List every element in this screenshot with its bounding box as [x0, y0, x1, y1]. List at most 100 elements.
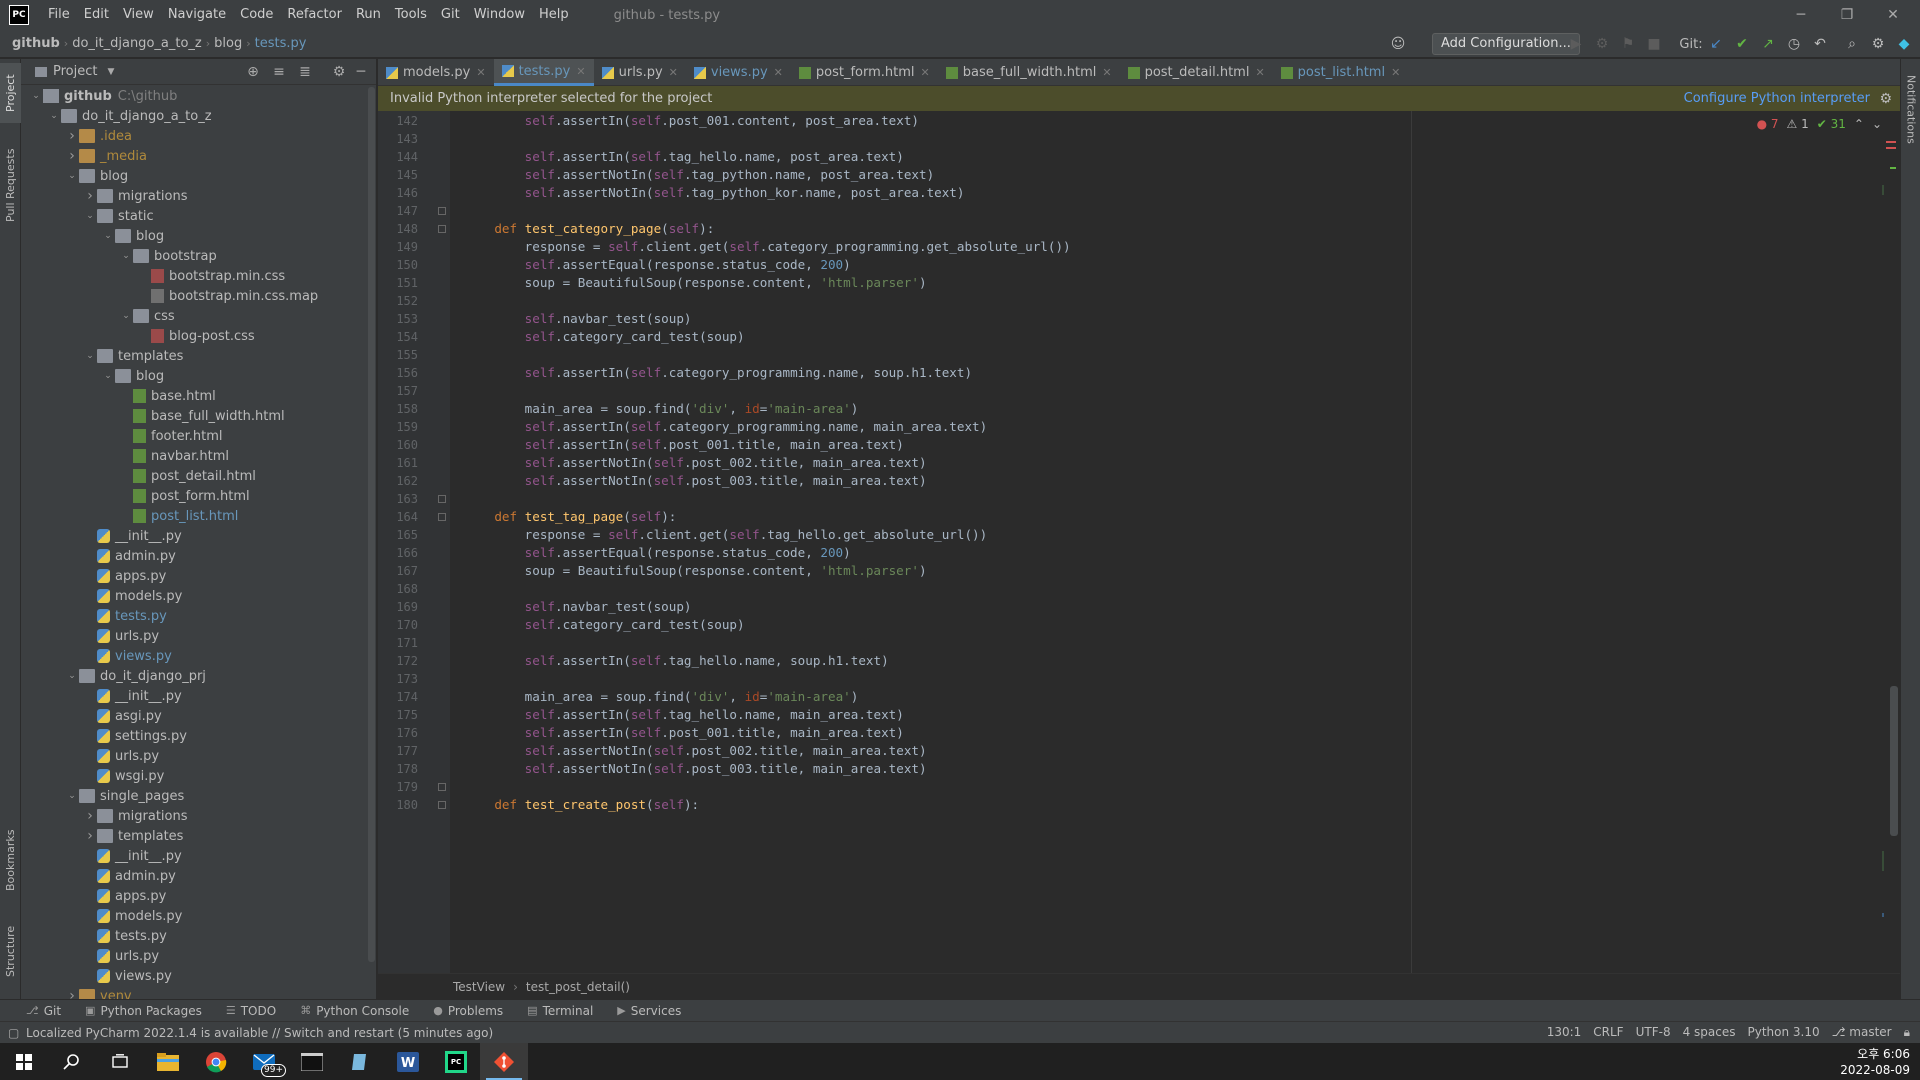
editor-tab[interactable]: post_detail.html ✕ — [1120, 59, 1273, 86]
notifications-tool-tab[interactable]: Notifications — [1901, 63, 1920, 155]
vcs-change-marker[interactable] — [1882, 913, 1884, 917]
user-icon[interactable]: ☺ — [1388, 34, 1408, 54]
chevron-down-icon[interactable]: ⌄ — [83, 351, 97, 361]
close-tab-icon[interactable]: ✕ — [576, 65, 585, 78]
tree-node[interactable]: models.py — [83, 906, 182, 926]
close-tab-icon[interactable]: ✕ — [774, 66, 783, 79]
tree-node[interactable]: urls.py — [83, 626, 159, 646]
code-line[interactable]: self.assertNotIn(self.post_002.title, ma… — [464, 454, 927, 472]
tree-node[interactable]: asgi.py — [83, 706, 162, 726]
tree-node[interactable]: tests.py — [83, 926, 167, 946]
hide-panel-icon[interactable]: ─ — [351, 62, 371, 82]
code-line[interactable]: self.assertIn(self.tag_hello.name, soup.… — [464, 652, 889, 670]
tree-node[interactable]: tests.py — [83, 606, 167, 626]
code-line[interactable]: self.assertNotIn(self.post_003.title, ma… — [464, 472, 927, 490]
pull-requests-tool-tab[interactable]: Pull Requests — [0, 137, 21, 233]
expand-all-icon[interactable]: ≡ — [269, 62, 289, 82]
tool-tab-terminal[interactable]: ▤ Terminal — [527, 1004, 593, 1018]
tree-node[interactable]: › migrations — [83, 806, 187, 826]
tool-tab-git[interactable]: ⎇ Git — [26, 1004, 61, 1018]
search-icon[interactable]: ⌕ — [1842, 34, 1862, 54]
tree-node[interactable]: base_full_width.html — [119, 406, 285, 426]
project-panel-title[interactable]: Project — [53, 64, 97, 79]
code-line[interactable]: self.assertNotIn(self.post_003.title, ma… — [464, 760, 927, 778]
tree-node[interactable]: ⌄ blog — [101, 226, 164, 246]
git-commit-icon[interactable]: ✔ — [1732, 34, 1752, 54]
project-tree-scrollbar[interactable] — [368, 87, 375, 962]
inspection-widget[interactable]: ● 7 ⚠ 1 ✔ 31 ⌃ ⌄ — [1757, 117, 1882, 131]
tree-node[interactable]: wsgi.py — [83, 766, 164, 786]
menu-window[interactable]: Window — [467, 0, 532, 30]
configure-interpreter-link[interactable]: Configure Python interpreter — [1684, 91, 1870, 106]
chrome-icon[interactable] — [192, 1043, 240, 1080]
close-tab-icon[interactable]: ✕ — [669, 66, 678, 79]
tree-node[interactable]: ⌄ github C:\github — [29, 86, 177, 106]
close-tab-icon[interactable]: ✕ — [1255, 66, 1264, 79]
tree-node[interactable]: __init__.py — [83, 526, 182, 546]
tree-node[interactable]: apps.py — [83, 566, 166, 586]
code-line[interactable]: def test_tag_page(self): — [464, 508, 676, 526]
tree-node[interactable]: settings.py — [83, 726, 187, 746]
close-tab-icon[interactable]: ✕ — [921, 66, 930, 79]
code-line[interactable]: self.assertIn(self.post_001.title, main_… — [464, 436, 904, 454]
tree-node[interactable]: › venv — [65, 986, 132, 999]
tree-node[interactable]: ⌄ blog — [65, 166, 128, 186]
chevron-down-icon[interactable]: ⌄ — [29, 91, 43, 101]
tree-node[interactable]: ⌄ blog — [101, 366, 164, 386]
code-line[interactable]: response = self.client.get(self.tag_hell… — [464, 526, 988, 544]
python-interpreter[interactable]: Python 3.10 — [1747, 1025, 1819, 1040]
change-marker[interactable] — [1890, 167, 1896, 169]
chevron-down-icon[interactable]: ⌄ — [47, 111, 61, 121]
code-line[interactable]: self.assertIn(self.category_programming.… — [464, 364, 972, 382]
code-line[interactable]: self.assertNotIn(self.tag_python_kor.nam… — [464, 184, 965, 202]
mail-icon[interactable]: 99+ — [240, 1043, 288, 1080]
tree-node[interactable]: views.py — [83, 966, 172, 986]
stop-icon[interactable]: ■ — [1644, 34, 1664, 54]
tree-node[interactable]: post_form.html — [119, 486, 250, 506]
breadcrumb-class[interactable]: TestView — [453, 980, 505, 994]
error-marker[interactable] — [1886, 147, 1896, 149]
project-tool-tab[interactable]: Project — [0, 63, 21, 123]
close-tab-icon[interactable]: ✕ — [1391, 66, 1400, 79]
fold-marker-icon[interactable] — [438, 783, 446, 791]
run-icon[interactable]: ▶ — [1566, 34, 1586, 54]
jetbrains-icon[interactable]: ◆ — [1894, 34, 1914, 54]
tree-node[interactable]: bootstrap.min.css — [137, 266, 285, 286]
status-toggle-icon[interactable]: ▢ — [8, 1026, 19, 1040]
editor-tab[interactable]: post_list.html ✕ — [1273, 59, 1409, 86]
code-line[interactable]: self.assertEqual(response.status_code, 2… — [464, 256, 851, 274]
tree-node[interactable]: ⌄ single_pages — [65, 786, 184, 806]
panel-options-gear-icon[interactable]: ⚙ — [329, 62, 349, 82]
code-line[interactable]: self.assertIn(self.tag_hello.name, main_… — [464, 706, 904, 724]
git-push-icon[interactable]: ↗ — [1758, 34, 1778, 54]
tree-node[interactable]: navbar.html — [119, 446, 229, 466]
ok-count[interactable]: ✔ 31 — [1817, 117, 1846, 131]
fold-marker-icon[interactable] — [438, 801, 446, 809]
history-icon[interactable]: ◷ — [1784, 34, 1804, 54]
breadcrumb-module[interactable]: do_it_django_a_to_z — [68, 36, 206, 51]
menu-run[interactable]: Run — [349, 0, 388, 30]
menu-edit[interactable]: Edit — [77, 0, 116, 30]
previous-highlight-icon[interactable]: ⌃ — [1854, 117, 1864, 131]
chevron-down-icon[interactable]: ⌄ — [65, 671, 79, 681]
settings-gear-icon[interactable]: ⚙ — [1868, 34, 1888, 54]
tool-tab-python-packages[interactable]: ▣ Python Packages — [85, 1004, 202, 1018]
warning-count[interactable]: ⚠ 1 — [1787, 117, 1809, 131]
error-marker[interactable] — [1886, 141, 1896, 143]
breadcrumb-method[interactable]: test_post_detail() — [526, 980, 630, 994]
restore-button[interactable]: ❐ — [1824, 0, 1870, 30]
chevron-right-icon[interactable]: › — [65, 128, 79, 144]
tool-tab-todo[interactable]: ☰ TODO — [226, 1004, 276, 1018]
add-configuration-button[interactable]: Add Configuration... — [1432, 33, 1580, 55]
menu-code[interactable]: Code — [233, 0, 280, 30]
tree-node[interactable]: apps.py — [83, 886, 166, 906]
fold-marker-icon[interactable] — [438, 513, 446, 521]
close-tab-icon[interactable]: ✕ — [476, 66, 485, 79]
chevron-down-icon[interactable]: ⌄ — [65, 171, 79, 181]
chevron-down-icon[interactable]: ⌄ — [83, 211, 97, 221]
tree-node[interactable]: blog-post.css — [137, 326, 255, 346]
code-line[interactable]: self.category_card_test(soup) — [464, 616, 745, 634]
coverage-icon[interactable]: ⚑ — [1618, 34, 1638, 54]
editor-tab[interactable]: post_form.html ✕ — [791, 59, 938, 86]
code-line[interactable]: self.assertIn(self.category_programming.… — [464, 418, 988, 436]
